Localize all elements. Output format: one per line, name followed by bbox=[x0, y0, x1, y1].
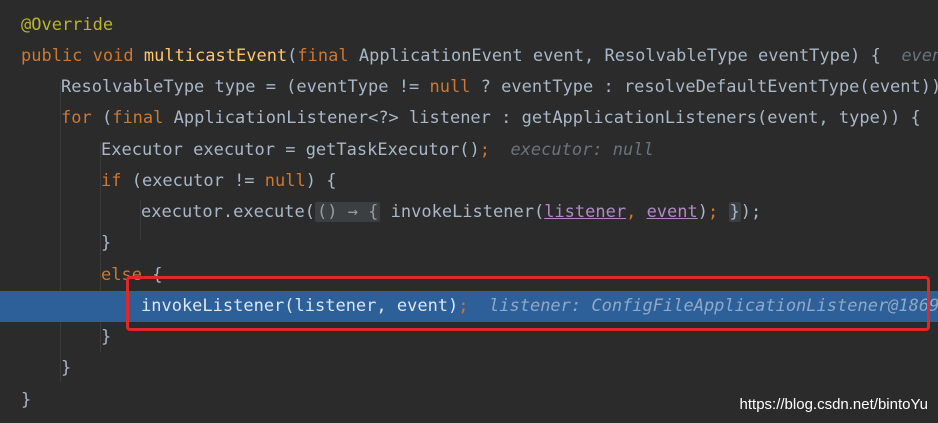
annotation-override: @Override bbox=[21, 15, 114, 35]
code-line-12: } bbox=[0, 353, 938, 384]
inline-debug-hint: executor: null bbox=[510, 140, 654, 160]
code-line-8: } bbox=[0, 228, 938, 259]
code-editor[interactable]: @Override public void multicastEvent(fin… bbox=[0, 0, 938, 423]
inline-debug-hint: event: bbox=[901, 46, 938, 66]
folded-lambda[interactable]: () → { bbox=[315, 202, 381, 222]
code-line-5: Executor executor = getTaskExecutor(); e… bbox=[0, 135, 938, 166]
statement-executor: Executor executor = getTaskExecutor(); e… bbox=[101, 140, 654, 160]
code-line-2: public void multicastEvent(final Applica… bbox=[0, 41, 938, 72]
closing-brace: } bbox=[101, 233, 112, 253]
code-line-6: if (executor != null) { bbox=[0, 166, 938, 197]
code-line-3: ResolvableType type = (eventType != null… bbox=[0, 72, 938, 103]
folded-lambda-end[interactable]: } bbox=[728, 202, 741, 222]
closing-brace: } bbox=[21, 390, 32, 410]
statement-resolvable-type: ResolvableType type = (eventType != null… bbox=[61, 77, 938, 97]
method-signature: public void multicastEvent(final Applica… bbox=[21, 41, 938, 72]
executor-execute-call: executor.execute(() → { invokeListener(l… bbox=[141, 202, 762, 222]
if-statement: if (executor != null) { bbox=[101, 171, 337, 191]
code-line-4: for (final ApplicationListener<?> listen… bbox=[0, 103, 938, 134]
closing-brace: } bbox=[61, 358, 72, 378]
watermark-text: https://blog.csdn.net/bintoYu bbox=[739, 396, 928, 413]
closing-brace: } bbox=[101, 327, 112, 347]
code-line-1: @Override bbox=[0, 10, 938, 41]
for-loop-header: for (final ApplicationListener<?> listen… bbox=[61, 108, 921, 128]
code-line-7: executor.execute(() → { invokeListener(l… bbox=[0, 197, 938, 228]
highlight-annotation-box bbox=[126, 276, 930, 331]
